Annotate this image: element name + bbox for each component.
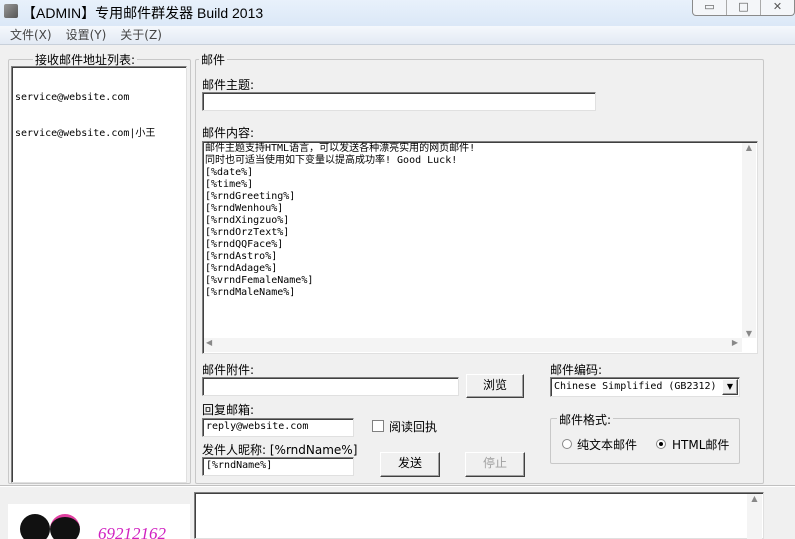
reply-input[interactable]: reply@website.com (202, 418, 354, 437)
format-label: 邮件格式: (557, 411, 614, 428)
horizontal-scrollbar[interactable]: ◀ ▶ (204, 338, 742, 352)
content-line: [%rndAdage%] (205, 263, 278, 274)
subject-input[interactable] (202, 92, 596, 111)
chevron-down-icon[interactable]: ▼ (722, 379, 738, 395)
app-icon (4, 4, 18, 18)
content-line: 同时也可适当使用如下变量以提高成功率! Good Luck! (205, 155, 458, 166)
banner-image: 69212162 (8, 504, 190, 539)
penguin-icon (50, 514, 80, 539)
content-label: 邮件内容: (202, 126, 255, 140)
minimize-button[interactable]: ▭ (693, 0, 727, 15)
attachment-input[interactable] (202, 377, 459, 396)
attachment-label: 邮件附件: (202, 363, 255, 377)
read-receipt-checkbox[interactable] (372, 420, 384, 432)
radio-plain-text-label: 纯文本邮件 (577, 438, 638, 452)
content-line: [%rndAstro%] (205, 251, 278, 262)
encoding-label: 邮件编码: (550, 363, 603, 377)
read-receipt-label: 阅读回执 (389, 420, 438, 434)
subject-label: 邮件主题: (202, 78, 255, 92)
window-controls: ▭ □ ✕ (692, 0, 795, 16)
divider (0, 485, 795, 487)
content-line: [%rndQQFace%] (205, 239, 284, 250)
content-line: [%rndXingzuo%] (205, 215, 290, 226)
list-item[interactable]: service@website.com|小王 (15, 128, 183, 140)
encoding-select[interactable]: Chinese Simplified (GB2312) (550, 377, 740, 397)
radio-plain-text[interactable] (562, 439, 572, 449)
menu-file[interactable]: 文件(X) (10, 26, 52, 44)
penguin-icon (20, 514, 50, 539)
nickname-input[interactable]: [%rndName%] (202, 457, 354, 476)
log-scrollbar[interactable]: ▲ (747, 494, 762, 539)
content-line: 邮件主题支持HTML语言，可以发送各种漂亮实用的网页邮件! (205, 143, 476, 154)
send-button[interactable]: 发送 (380, 452, 440, 477)
reply-label: 回复邮箱: (202, 403, 255, 417)
radio-html-label: HTML邮件 (672, 438, 730, 452)
close-button[interactable]: ✕ (761, 0, 794, 15)
nickname-label: 发件人昵称: [%rndName%] (202, 443, 358, 457)
banner-number: 69212162 (98, 524, 166, 539)
content-textarea[interactable]: 邮件主题支持HTML语言，可以发送各种漂亮实用的网页邮件! 同时也可适当使用如下变… (202, 141, 758, 354)
vertical-scrollbar[interactable]: ▲ ▼ (742, 143, 756, 338)
list-item[interactable]: service@website.com (15, 92, 183, 104)
content-line: [%time%] (205, 179, 254, 190)
content-line: [%vrndFemaleName%] (205, 275, 314, 286)
recipients-list[interactable]: service@website.com service@website.com|… (11, 66, 187, 483)
browse-button[interactable]: 浏览 (466, 374, 524, 398)
log-textarea[interactable] (194, 492, 764, 539)
menu-bar: 文件(X) 设置(Y) 关于(Z) (0, 26, 795, 45)
content-line: [%rndOrzText%] (205, 227, 290, 238)
content-line: [%rndGreeting%] (205, 191, 296, 202)
radio-html[interactable] (656, 439, 666, 449)
menu-about[interactable]: 关于(Z) (120, 26, 162, 44)
content-line: [%rndMaleName%] (205, 287, 296, 298)
maximize-button[interactable]: □ (727, 0, 761, 15)
window-title: 【ADMIN】专用邮件群发器 Build 2013 (22, 5, 264, 21)
mail-group-label: 邮件 (199, 51, 228, 68)
menu-settings[interactable]: 设置(Y) (66, 26, 107, 44)
content-line: [%date%] (205, 167, 254, 178)
stop-button[interactable]: 停止 (465, 452, 525, 477)
content-line: [%rndWenhou%] (205, 203, 284, 214)
